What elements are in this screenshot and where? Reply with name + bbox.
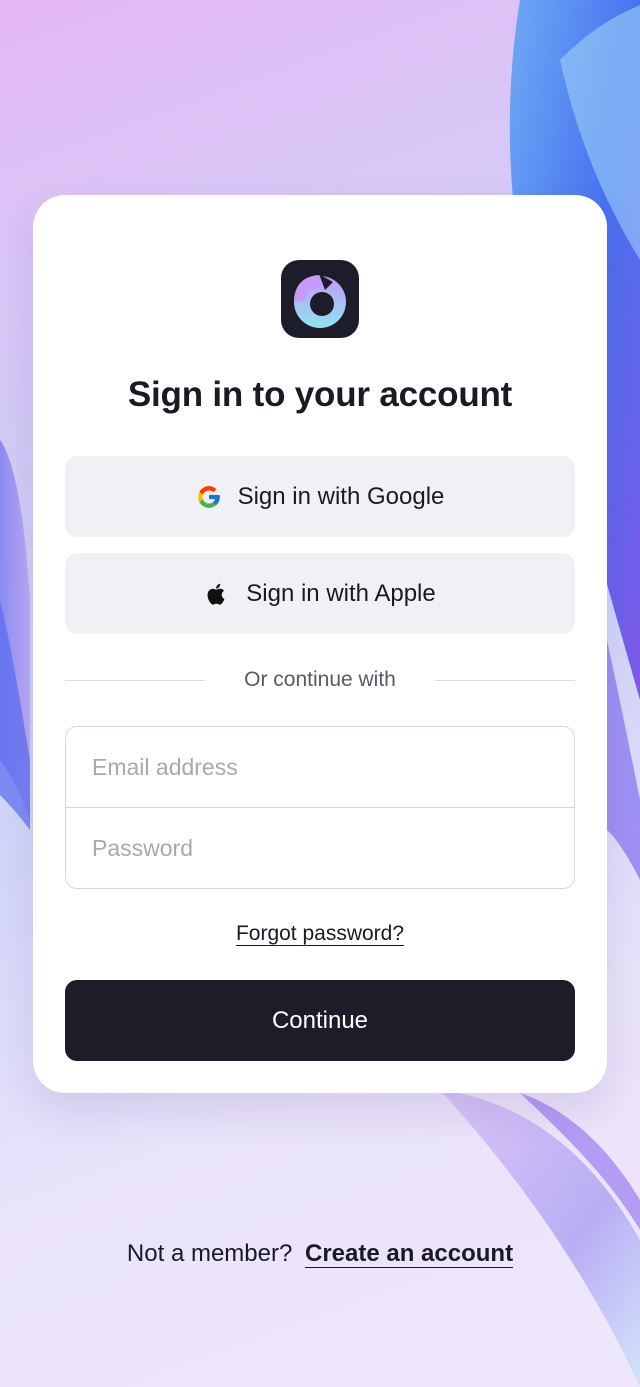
- divider: Or continue with: [65, 668, 575, 694]
- google-sign-in-label: Sign in with Google: [237, 482, 445, 510]
- create-account-link[interactable]: Create an account: [305, 1240, 513, 1267]
- forgot-password-row: Forgot password?: [33, 922, 607, 946]
- continue-button[interactable]: Continue: [65, 980, 575, 1061]
- page-title: Sign in to your account: [127, 375, 513, 414]
- credentials-fields: [65, 726, 575, 889]
- footer: Not a member? Create an account: [0, 1240, 640, 1268]
- google-icon: [196, 484, 222, 510]
- apple-sign-in-button[interactable]: Sign in with Apple: [65, 553, 575, 634]
- footer-prompt: Not a member?: [126, 1240, 293, 1267]
- apple-icon: [204, 581, 230, 607]
- google-sign-in-button[interactable]: Sign in with Google: [65, 456, 575, 537]
- password-field[interactable]: [66, 808, 574, 888]
- sign-in-card: Sign in to your account Sign in with Goo…: [33, 195, 607, 1093]
- forgot-password-link[interactable]: Forgot password?: [236, 922, 404, 945]
- app-logo-icon: [294, 274, 346, 328]
- app-logo: [281, 260, 359, 338]
- email-field[interactable]: [66, 727, 574, 807]
- apple-sign-in-label: Sign in with Apple: [246, 579, 436, 607]
- divider-line-right: [435, 680, 575, 681]
